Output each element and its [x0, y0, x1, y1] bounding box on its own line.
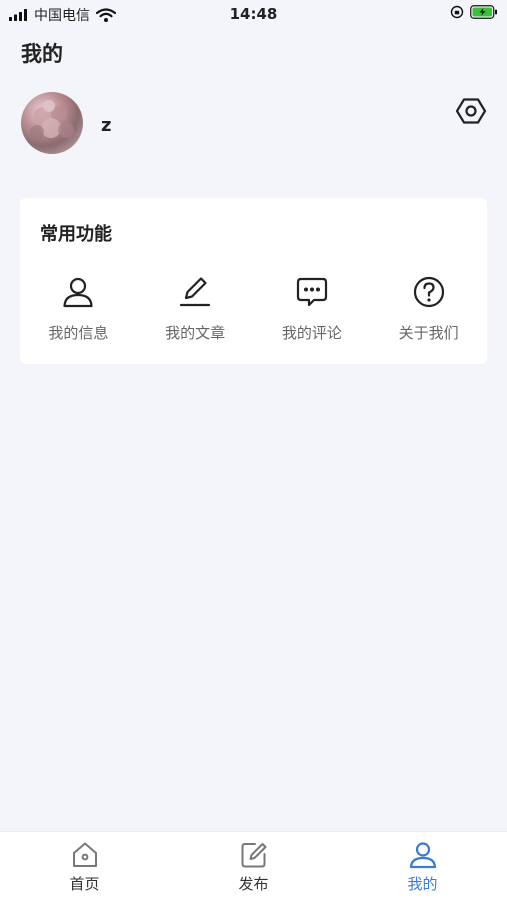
pen-icon [180, 277, 211, 307]
card-title: 常用功能 [40, 224, 112, 245]
settings-icon [455, 98, 487, 124]
function-row: 我的信息 我的文章 我的评论 关于我们 [20, 274, 487, 354]
my-info-button[interactable]: 我的信息 [20, 274, 137, 354]
about-us-label: 关于我们 [398, 324, 459, 342]
tab-publish-label: 发布 [238, 875, 269, 893]
settings-button[interactable] [455, 95, 487, 127]
status-time: 14:48 [229, 5, 278, 23]
comment-icon [296, 277, 327, 307]
rotation-lock-icon [450, 5, 464, 19]
question-icon [413, 276, 444, 308]
my-articles-label: 我的文章 [165, 324, 226, 342]
avatar[interactable] [21, 92, 83, 154]
tab-mine-label: 我的 [407, 875, 438, 893]
tab-mine[interactable]: 我的 [338, 832, 507, 901]
flower-bouquet-image [30, 100, 74, 139]
about-us-button[interactable]: 关于我们 [370, 274, 487, 354]
bottom-tab-bar: 首页 发布 我的 [0, 831, 507, 901]
my-comments-label: 我的评论 [281, 324, 342, 342]
user-icon [409, 842, 436, 869]
my-info-label: 我的信息 [48, 324, 109, 342]
battery-icon [470, 5, 497, 19]
user-icon [63, 277, 93, 308]
username: z [101, 115, 112, 136]
status-right [450, 5, 498, 19]
tab-publish[interactable]: 发布 [169, 832, 338, 901]
edit-icon [241, 843, 266, 868]
my-articles-button[interactable]: 我的文章 [137, 274, 254, 354]
my-comments-button[interactable]: 我的评论 [254, 274, 371, 354]
tab-home-label: 首页 [69, 875, 100, 893]
status-bar: 中国电信 14:48 [0, 0, 507, 30]
page-title: 我的 [21, 42, 63, 66]
tab-home[interactable]: 首页 [0, 832, 169, 901]
common-functions-card: 常用功能 我的信息 我的文章 我的评论 关于我们 [20, 198, 487, 364]
home-icon [72, 842, 97, 867]
